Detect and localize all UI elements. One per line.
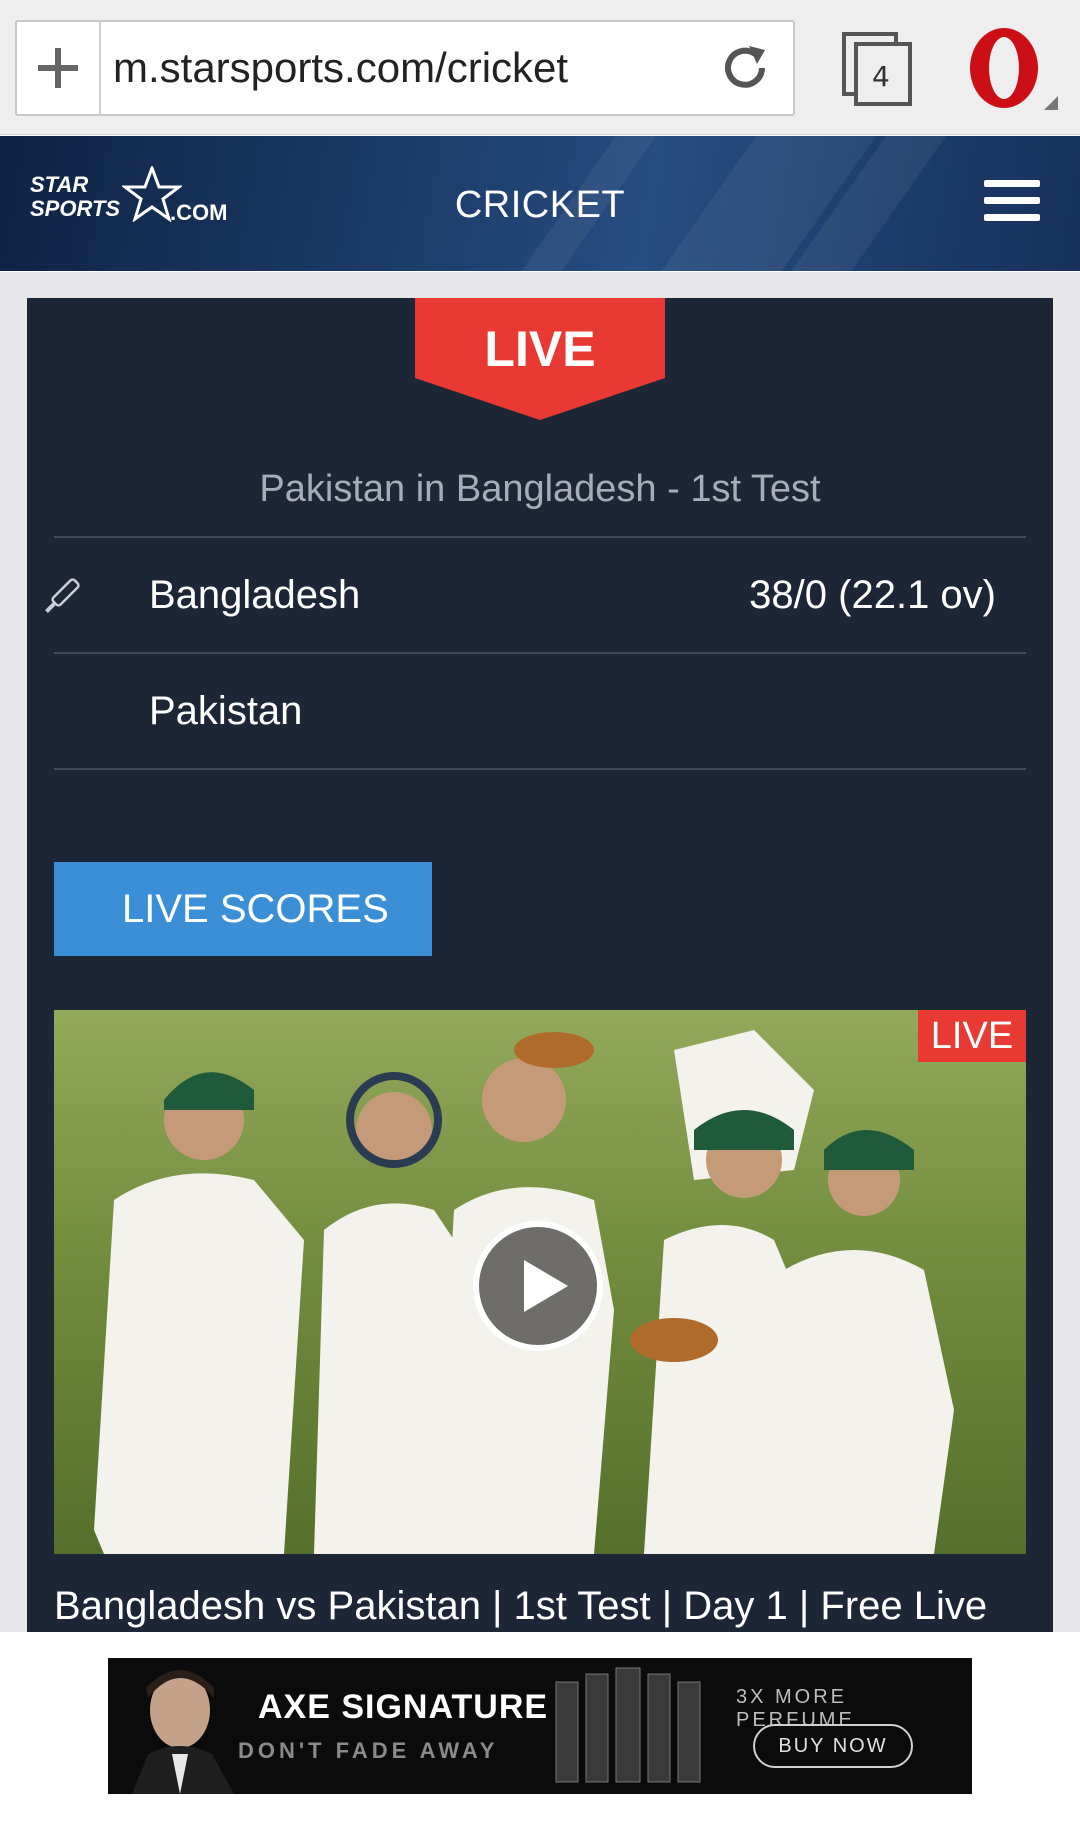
opera-menu-icon[interactable]	[960, 24, 1060, 114]
section-title: CRICKET	[454, 184, 626, 226]
ad-model-image	[132, 1670, 234, 1794]
team-score: 38/0 (22.1 ov)	[749, 573, 996, 617]
add-bookmark-icon[interactable]	[17, 22, 101, 114]
match-title[interactable]: Pakistan in Bangladesh - 1st Test	[27, 468, 1053, 511]
reload-icon[interactable]	[717, 40, 773, 96]
team-row[interactable]: Bangladesh 38/0 (22.1 ov)	[45, 538, 1026, 652]
hamburger-menu-icon[interactable]	[984, 180, 1040, 224]
site-header: STAR SPORTS .COM CRICKET	[0, 136, 1080, 271]
play-icon[interactable]	[470, 1218, 606, 1354]
cricket-bat-icon	[45, 578, 80, 613]
live-scores-button[interactable]: LIVE SCORES	[54, 862, 432, 956]
video-live-badge: LIVE	[918, 1010, 1026, 1062]
live-match-card: LIVE Pakistan in Bangladesh - 1st Test B…	[27, 298, 1053, 1632]
team-row[interactable]: Pakistan	[54, 654, 1026, 768]
url-text[interactable]: m.starsports.com/cricket	[113, 22, 568, 114]
divider	[54, 768, 1026, 770]
video-title[interactable]: Bangladesh vs Pakistan | 1st Test | Day …	[54, 1584, 1053, 1629]
advertisement-banner[interactable]: AXE SIGNATURE DON'T FADE AWAY 3X MORE PE…	[108, 1658, 972, 1794]
ad-buy-now-button[interactable]: BUY NOW	[753, 1724, 913, 1768]
tab-count: 4	[872, 60, 890, 93]
ad-tagline: DON'T FADE AWAY	[238, 1738, 499, 1763]
ad-brand: AXE SIGNATURE	[258, 1688, 549, 1726]
browser-toolbar: m.starsports.com/cricket 4	[0, 0, 1080, 135]
ad-product-image	[555, 1667, 701, 1783]
team-name: Pakistan	[149, 689, 303, 733]
address-bar[interactable]: m.starsports.com/cricket	[15, 20, 795, 116]
video-thumbnail[interactable]: LIVE	[54, 1010, 1026, 1554]
team-name: Bangladesh	[149, 573, 361, 617]
live-badge: LIVE	[484, 321, 596, 377]
